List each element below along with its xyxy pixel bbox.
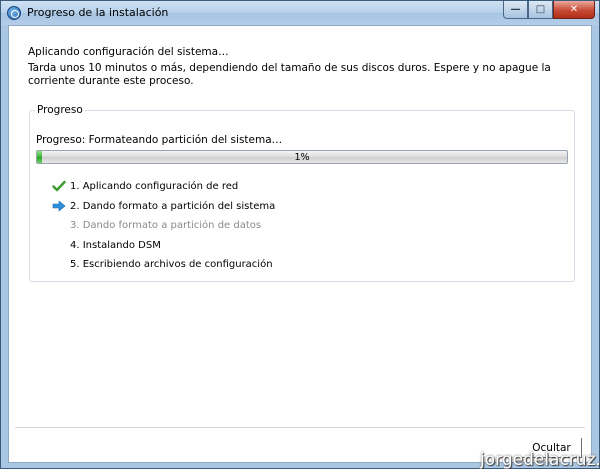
- progress-groupbox: Progreso Progreso: Formateando partición…: [29, 104, 575, 282]
- page-heading: Aplicando configuración del sistema…: [28, 46, 229, 58]
- footer-divider: [15, 427, 585, 428]
- install-step-2: 2. Dando formato a partición del sistema: [52, 199, 532, 219]
- install-step-5: 5. Escribiendo archivos de configuración: [52, 257, 532, 277]
- progress-status-text: Progreso: Formateando partición del sist…: [36, 134, 283, 146]
- progress-percent-label: 1%: [294, 152, 310, 163]
- window-controls: — □ ✕: [503, 1, 595, 19]
- watermark-text: jorgedelacruz.es: [480, 450, 600, 469]
- install-step-label: 3. Dando formato a partición de datos: [70, 220, 262, 231]
- arrow-right-icon: [52, 199, 66, 212]
- window-title: Progreso de la instalación: [27, 6, 169, 19]
- install-step-4: 4. Instalando DSM: [52, 238, 532, 258]
- progress-bar: 1%: [36, 150, 568, 164]
- install-step-1: 1. Aplicando configuración de red: [52, 179, 532, 199]
- install-step-label: 2. Dando formato a partición del sistema: [70, 200, 276, 212]
- app-icon: [7, 6, 21, 20]
- minimize-button[interactable]: —: [503, 1, 528, 19]
- install-step-label: 5. Escribiendo archivos de configuración: [70, 259, 273, 270]
- progress-group-legend: Progreso: [35, 104, 85, 116]
- install-step-label: 1. Aplicando configuración de red: [70, 181, 239, 192]
- maximize-button[interactable]: □: [528, 1, 553, 19]
- install-steps-list: 1. Aplicando configuración de red 2. Dan…: [52, 179, 532, 277]
- page-description: Tarda unos 10 minutos o más, dependiendo…: [28, 62, 551, 87]
- install-step-label: 4. Instalando DSM: [70, 239, 161, 251]
- title-bar[interactable]: Progreso de la instalación — □ ✕: [1, 1, 599, 25]
- window-content: Aplicando configuración del sistema… Tar…: [8, 25, 592, 463]
- close-button[interactable]: ✕: [553, 1, 595, 19]
- checkmark-icon: [52, 180, 66, 192]
- installer-window: Progreso de la instalación — □ ✕ Aplican…: [0, 0, 600, 469]
- install-step-3: 3. Dando formato a partición de datos: [52, 218, 532, 238]
